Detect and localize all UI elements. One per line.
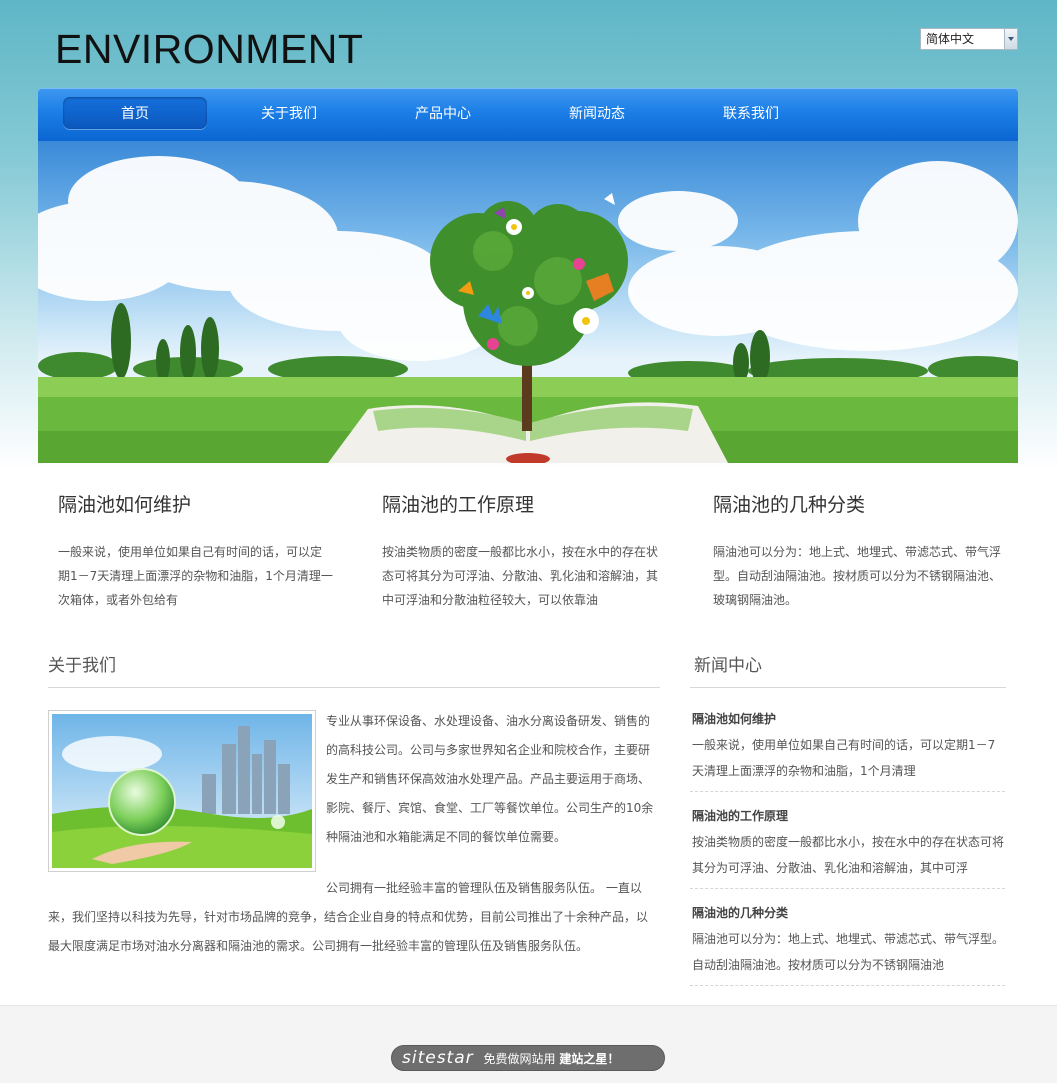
- news-separator: [690, 791, 1005, 792]
- feature-text-types: 隔油池可以分为：地上式、地埋式、带滤芯式、带气浮型。自动刮油隔油池。按材质可以分…: [713, 545, 1002, 607]
- hero-banner-illustration: [38, 156, 1018, 463]
- feature-text-maintenance: 一般来说，使用单位如果自己有时间的话，可以定期1－7天清理上面漂浮的杂物和油脂，…: [58, 545, 333, 607]
- sitestar-text: 免费做网站用: [483, 1052, 556, 1066]
- news-item: 隔油池如何维护 一般来说，使用单位如果自己有时间的话，可以定期1－7天清理上面漂…: [692, 710, 1005, 784]
- language-select-value: 简体中文: [926, 32, 975, 46]
- nav-item-about[interactable]: 关于我们: [217, 97, 361, 129]
- about-image: [48, 710, 316, 872]
- sitestar-bold-text: 建站之星！: [559, 1052, 620, 1066]
- news-item: 隔油池的几种分类 隔油池可以分为：地上式、地埋式、带滤芯式、带气浮型。自动刮油隔…: [692, 904, 1005, 978]
- news-separator: [690, 888, 1005, 889]
- news-section-title: 新闻中心: [694, 656, 762, 675]
- news-item-summary: 按油类物质的密度一般都比水小，按在水中的存在状态可将其分为可浮油、分散油、乳化油…: [692, 835, 1005, 875]
- nav-item-home[interactable]: 首页: [63, 97, 207, 129]
- sitestar-badge[interactable]: sitestar 免费做网站用 建站之星！: [391, 1045, 665, 1071]
- news-item-title[interactable]: 隔油池的工作原理: [692, 807, 1005, 827]
- feature-text-principle: 按油类物质的密度一般都比水小，按在水中的存在状态可将其分为可浮油、分散油、乳化油…: [382, 545, 659, 607]
- about-paragraph-2: 公司拥有一批经验丰富的管理队伍及销售服务队伍。 一直以来，我们坚持以科技为先导，…: [48, 881, 649, 953]
- main-nav: 首页 关于我们 产品中心 新闻动态 联系我们: [38, 88, 1018, 141]
- nav-item-contact[interactable]: 联系我们: [679, 97, 823, 129]
- news-item-summary: 隔油池可以分为：地上式、地埋式、带滤芯式、带气浮型。自动刮油隔油池。按材质可以分…: [692, 932, 1005, 972]
- news-item-title[interactable]: 隔油池的几种分类: [692, 904, 1005, 924]
- news-item: 隔油池的工作原理 按油类物质的密度一般都比水小，按在水中的存在状态可将其分为可浮…: [692, 807, 1005, 881]
- about-divider: [48, 687, 660, 688]
- feature-title-maintenance[interactable]: 隔油池如何维护: [58, 490, 191, 517]
- news-divider: [690, 687, 1006, 688]
- globe-city-image: [52, 714, 312, 868]
- about-section-title: 关于我们: [48, 656, 116, 675]
- site-logo[interactable]: ENVIRONMENT: [55, 26, 363, 73]
- feature-title-principle[interactable]: 隔油池的工作原理: [382, 490, 534, 517]
- language-select[interactable]: 简体中文: [920, 28, 1018, 50]
- footer-divider: [0, 1005, 1057, 1006]
- news-item-summary: 一般来说，使用单位如果自己有时间的话，可以定期1－7天清理上面漂浮的杂物和油脂，…: [692, 738, 996, 778]
- news-item-title[interactable]: 隔油池如何维护: [692, 710, 1005, 730]
- sitestar-logo: sitestar: [402, 1048, 474, 1068]
- nav-item-news[interactable]: 新闻动态: [525, 97, 669, 129]
- feature-title-types[interactable]: 隔油池的几种分类: [713, 490, 865, 517]
- chevron-down-icon[interactable]: [1004, 29, 1017, 49]
- about-paragraph-1: 专业从事环保设备、水处理设备、油水分离设备研发、销售的的高科技公司。公司与多家世…: [326, 714, 654, 844]
- news-separator: [690, 985, 1005, 986]
- hero-banner: [38, 141, 1018, 463]
- nav-item-products[interactable]: 产品中心: [371, 97, 515, 129]
